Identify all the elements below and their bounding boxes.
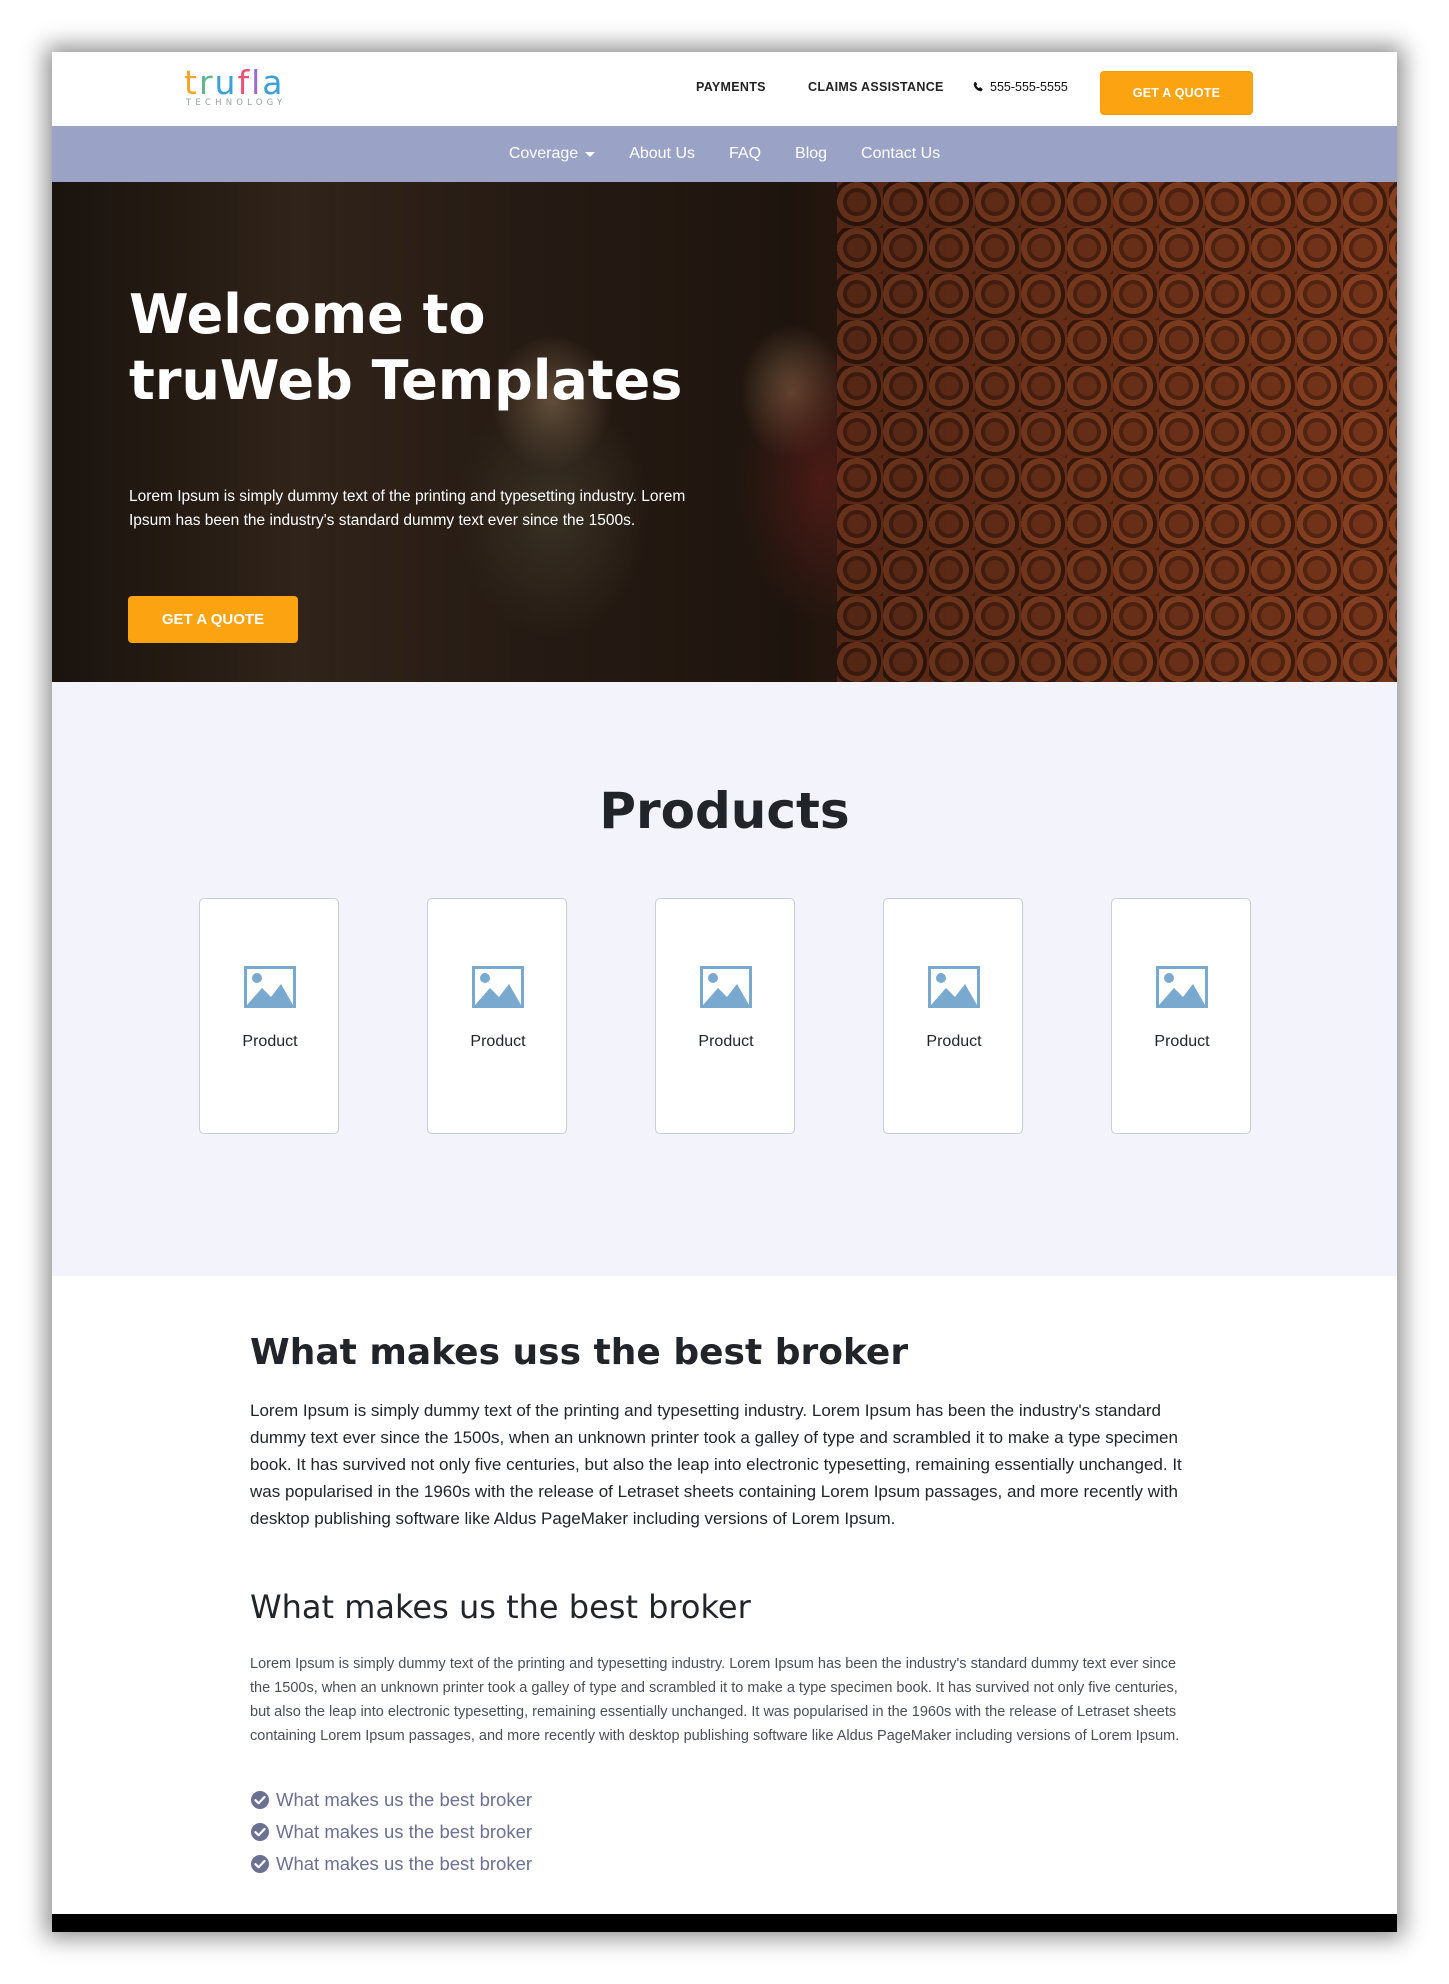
check-circle-icon bbox=[251, 1791, 269, 1809]
products-section: Products Product Product Product Product… bbox=[52, 682, 1397, 1276]
check-circle-icon bbox=[251, 1855, 269, 1873]
logo-wordmark: trufla bbox=[184, 63, 285, 102]
checklist: What makes us the best broker What makes… bbox=[250, 1784, 532, 1880]
about-section: What makes uss the best broker Lorem Ips… bbox=[52, 1276, 1397, 1916]
product-card[interactable]: Product bbox=[655, 898, 795, 1134]
phone-number: 555-555-5555 bbox=[990, 80, 1068, 94]
main-nav: Coverage About Us FAQ Blog Contact Us bbox=[52, 126, 1397, 182]
product-card[interactable]: Product bbox=[1111, 898, 1251, 1134]
top-header: trufla TECHNOLOGY PAYMENTS CLAIMS ASSIST… bbox=[52, 52, 1397, 126]
nav-item-about-us[interactable]: About Us bbox=[612, 145, 712, 163]
product-card[interactable]: Product bbox=[199, 898, 339, 1134]
product-label: Product bbox=[242, 1033, 298, 1050]
product-card[interactable]: Product bbox=[427, 898, 567, 1134]
nav-item-blog[interactable]: Blog bbox=[778, 145, 844, 163]
checklist-label: What makes us the best broker bbox=[276, 1853, 533, 1874]
page: trufla TECHNOLOGY PAYMENTS CLAIMS ASSIST… bbox=[52, 52, 1397, 1932]
image-placeholder-icon bbox=[700, 966, 752, 1008]
product-label: Product bbox=[1154, 1033, 1210, 1050]
nav-item-label: Coverage bbox=[508, 145, 579, 162]
product-label: Product bbox=[926, 1033, 982, 1050]
check-circle-icon bbox=[251, 1823, 269, 1841]
checklist-label: What makes us the best broker bbox=[276, 1821, 533, 1842]
hero-text: Lorem Ipsum is simply dummy text of the … bbox=[129, 488, 686, 529]
claims-assistance-link[interactable]: CLAIMS ASSISTANCE bbox=[808, 80, 944, 94]
image-placeholder-icon bbox=[244, 966, 296, 1008]
image-placeholder-icon bbox=[472, 966, 524, 1008]
phone-link[interactable]: 555-555-5555 bbox=[972, 80, 1068, 94]
about-body-text: Lorem Ipsum is simply dummy text of the … bbox=[250, 1656, 1180, 1744]
get-quote-button-hero[interactable]: GET A QUOTE bbox=[128, 596, 298, 643]
logo-subtitle: TECHNOLOGY bbox=[186, 98, 287, 108]
about-lead-text: Lorem Ipsum is simply dummy text of the … bbox=[250, 1401, 1182, 1528]
footer-bar bbox=[52, 1914, 1397, 1932]
logo[interactable]: trufla TECHNOLOGY bbox=[184, 63, 314, 108]
list-item: What makes us the best broker bbox=[250, 1848, 532, 1880]
about-title: What makes uss the best broker bbox=[250, 1332, 909, 1373]
product-label: Product bbox=[698, 1033, 754, 1050]
about-subtitle: What makes us the best broker bbox=[250, 1588, 751, 1626]
get-quote-button-header[interactable]: GET A QUOTE bbox=[1100, 71, 1253, 115]
list-item: What makes us the best broker bbox=[250, 1784, 532, 1816]
nav-item-coverage[interactable]: Coverage bbox=[492, 145, 612, 163]
list-item: What makes us the best broker bbox=[250, 1816, 532, 1848]
nav-item-faq[interactable]: FAQ bbox=[712, 145, 778, 163]
payments-link[interactable]: PAYMENTS bbox=[696, 80, 766, 94]
products-title: Products bbox=[599, 782, 850, 840]
hero-title: Welcome to truWeb Templates bbox=[129, 283, 683, 412]
hero-banner: Welcome to truWeb Templates Lorem Ipsum … bbox=[52, 182, 1397, 682]
product-card[interactable]: Product bbox=[883, 898, 1023, 1134]
checklist-label: What makes us the best broker bbox=[276, 1789, 533, 1810]
caret-down-icon bbox=[585, 151, 596, 157]
phone-icon bbox=[973, 81, 983, 92]
nav-item-contact-us[interactable]: Contact Us bbox=[844, 145, 957, 163]
product-label: Product bbox=[470, 1033, 526, 1050]
image-placeholder-icon bbox=[928, 966, 980, 1008]
image-placeholder-icon bbox=[1156, 966, 1208, 1008]
